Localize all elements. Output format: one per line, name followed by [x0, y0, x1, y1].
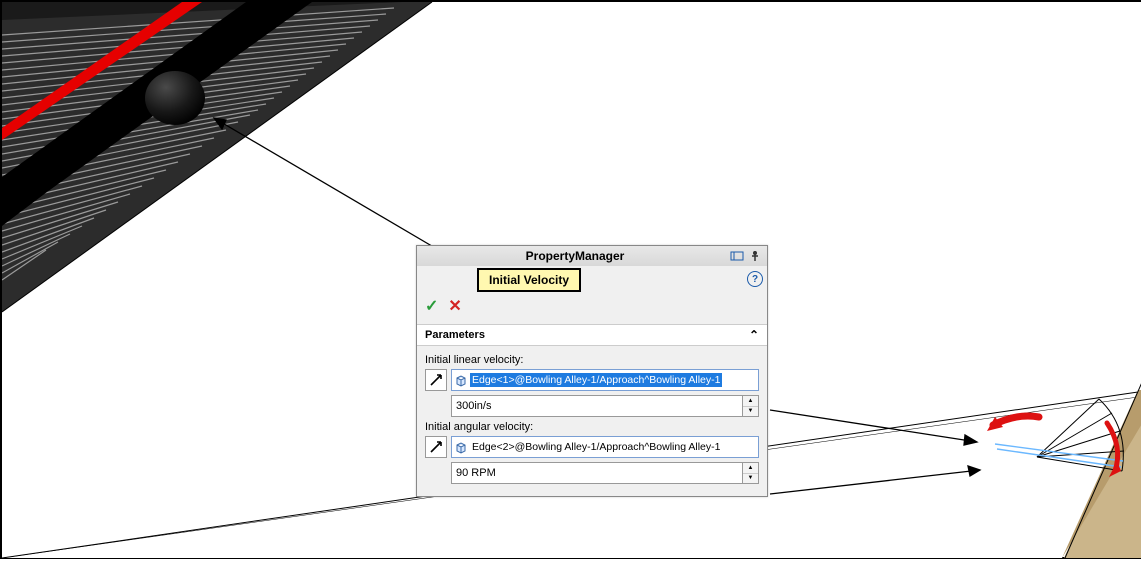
panel-subtitle-row: Initial Velocity ?	[417, 266, 767, 292]
parameters-section-body: Initial linear velocity: Edge<1>@Bowling…	[417, 346, 767, 496]
angular-selection-text: Edge<2>@Bowling Alley-1/Approach^Bowling…	[470, 440, 722, 454]
keep-visible-icon[interactable]	[729, 248, 745, 264]
angular-value-spinner[interactable]: ▲ ▼	[743, 462, 759, 484]
edge-icon	[454, 440, 468, 454]
cancel-button[interactable]: ✕	[448, 296, 461, 316]
parameters-section-header[interactable]: Parameters ⌃	[417, 324, 767, 346]
spin-up-icon[interactable]: ▲	[743, 463, 758, 474]
section-title: Parameters	[425, 329, 485, 341]
edge-icon	[454, 373, 468, 387]
angular-velocity-label: Initial angular velocity:	[425, 421, 759, 433]
linear-selection-text: Edge<1>@Bowling Alley-1/Approach^Bowling…	[470, 373, 722, 387]
linear-velocity-selection[interactable]: Edge<1>@Bowling Alley-1/Approach^Bowling…	[451, 369, 759, 391]
feature-name-tag: Initial Velocity	[477, 268, 581, 292]
chevron-up-icon: ⌃	[749, 328, 759, 342]
spin-down-icon[interactable]: ▼	[743, 474, 758, 484]
reverse-direction-button[interactable]	[425, 369, 447, 391]
panel-actions: ✓ ✕	[417, 292, 767, 324]
spin-up-icon[interactable]: ▲	[743, 396, 758, 407]
linear-value-spinner[interactable]: ▲ ▼	[743, 395, 759, 417]
panel-header: PropertyManager	[417, 246, 767, 266]
help-icon[interactable]: ?	[747, 271, 763, 287]
ok-button[interactable]: ✓	[425, 296, 438, 316]
pin-icon[interactable]	[747, 248, 763, 264]
property-manager-panel: PropertyManager Initial Velocity ? ✓ ✕ P…	[416, 245, 768, 497]
spin-down-icon[interactable]: ▼	[743, 407, 758, 417]
panel-title: PropertyManager	[421, 249, 729, 263]
angular-velocity-value[interactable]	[451, 462, 743, 484]
linear-velocity-value[interactable]	[451, 395, 743, 417]
angular-velocity-selection[interactable]: Edge<2>@Bowling Alley-1/Approach^Bowling…	[451, 436, 759, 458]
linear-velocity-label: Initial linear velocity:	[425, 354, 759, 366]
reverse-direction-button[interactable]	[425, 436, 447, 458]
